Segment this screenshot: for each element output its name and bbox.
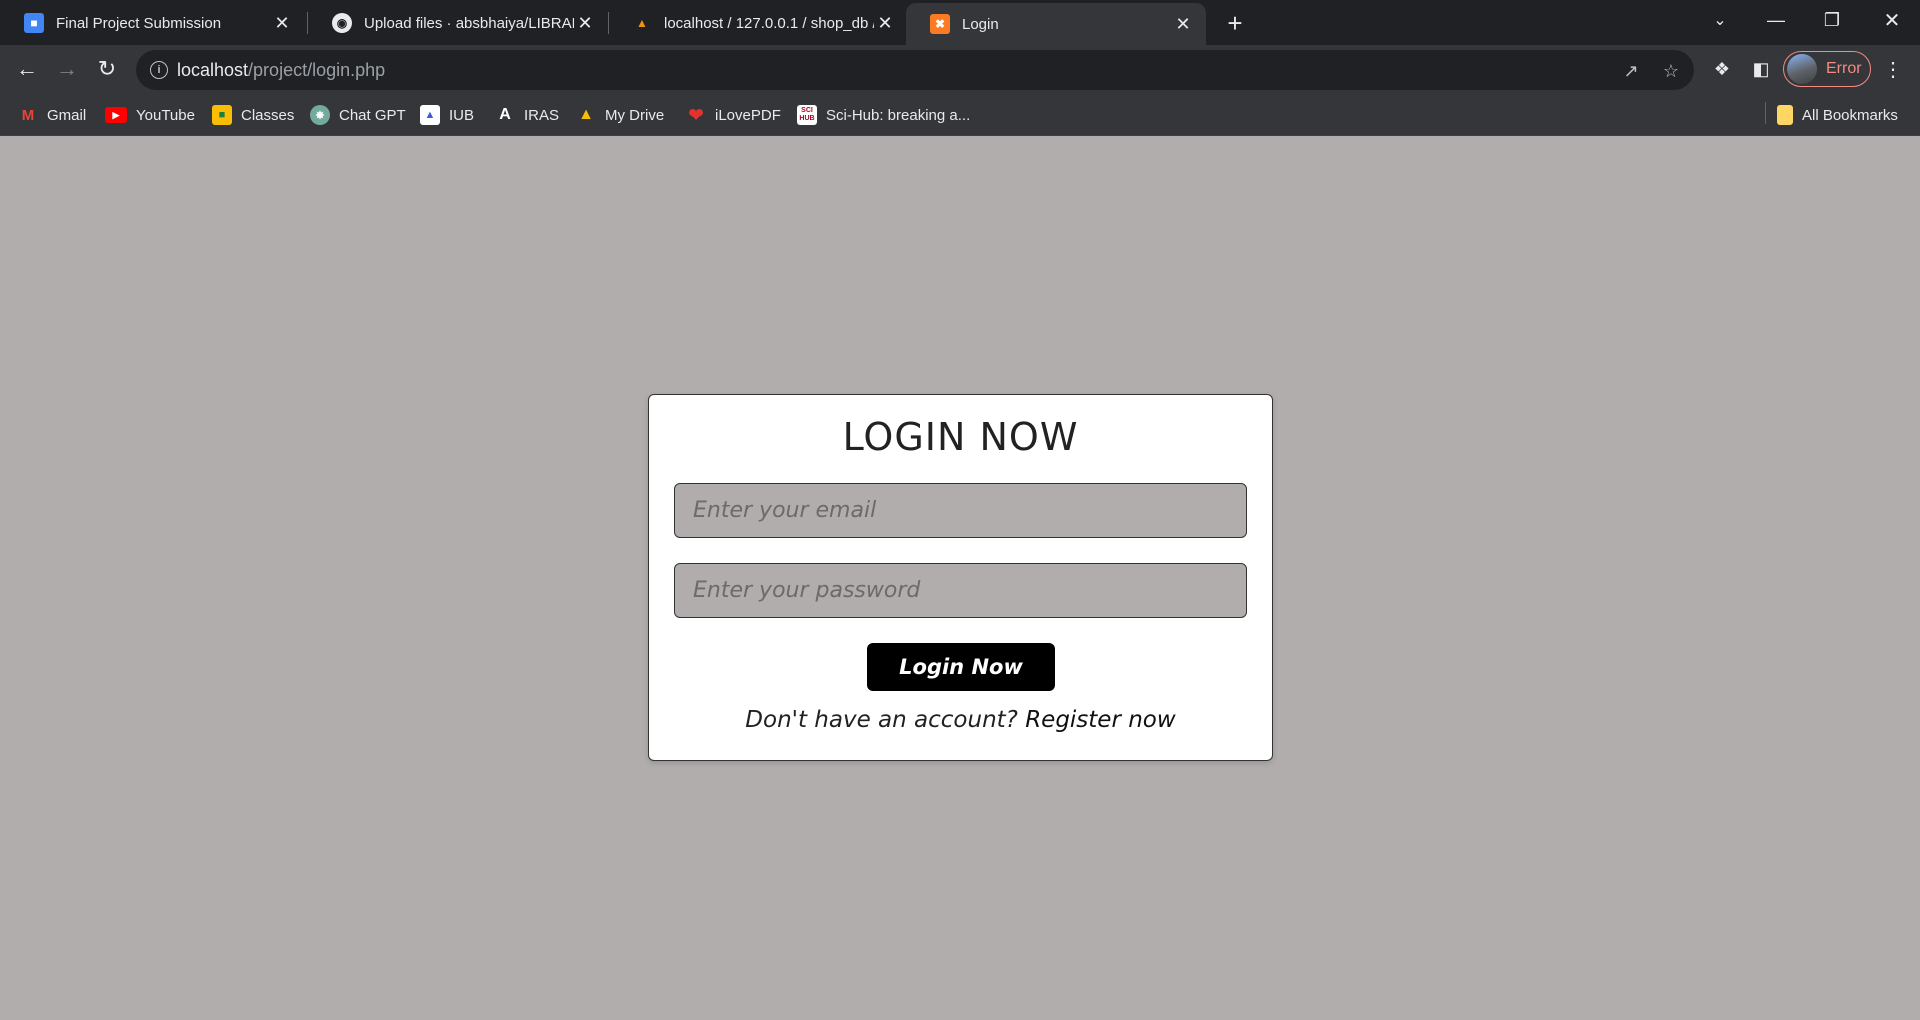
folder-icon	[1777, 105, 1793, 125]
tab-title: localhost / 127.0.0.1 / shop_db /	[664, 14, 874, 32]
forward-arrow-icon[interactable]: →	[52, 54, 82, 84]
bookmark-label: Gmail	[47, 106, 87, 124]
bookmark-gmail[interactable]: M Gmail	[18, 102, 86, 128]
close-icon[interactable]: ✕	[574, 12, 596, 34]
iras-icon: A	[499, 106, 511, 123]
url-path: /project/login.php	[248, 60, 386, 80]
all-bookmarks-label: All Bookmarks	[1802, 106, 1898, 124]
tab-strip: ■ Final Project Submission ✕ ◉ Upload fi…	[0, 0, 1920, 45]
scihub-icon: SCI HUB	[797, 105, 817, 125]
bookmark-my-drive[interactable]: ▲ My Drive	[576, 102, 664, 128]
address-bar[interactable]: i localhost/project/login.php ↗ ☆	[136, 50, 1694, 90]
xampp-icon: ✖	[930, 14, 950, 34]
bookmark-label: YouTube	[136, 106, 195, 124]
side-panel-icon[interactable]: ◧	[1748, 56, 1774, 82]
all-bookmarks[interactable]: All Bookmarks	[1777, 102, 1898, 128]
bookmark-label: Sci-Hub: breaking a...	[826, 106, 971, 124]
classroom-icon: ■	[24, 13, 44, 33]
browser-toolbar: ← → ↻ i localhost/project/login.php ↗ ☆ …	[0, 45, 1920, 93]
youtube-icon: ▶	[105, 107, 127, 123]
tab-phpmyadmin[interactable]: ▲ localhost / 127.0.0.1 / shop_db / ✕	[608, 4, 908, 42]
bookmark-scihub[interactable]: SCI HUB Sci-Hub: breaking a...	[797, 102, 970, 128]
tab-final-project[interactable]: ■ Final Project Submission ✕	[0, 4, 305, 42]
phpmyadmin-icon: ▲	[636, 16, 648, 30]
tab-search-chevron-icon[interactable]: ⌄	[1692, 0, 1748, 40]
login-button[interactable]: Login Now	[867, 643, 1055, 691]
bookmark-iras[interactable]: A IRAS	[495, 102, 559, 128]
profile-button[interactable]: Error	[1783, 51, 1871, 87]
reload-icon[interactable]: ↻	[92, 54, 122, 84]
iub-icon: ▲	[420, 105, 440, 125]
more-menu-icon[interactable]: ⋮	[1880, 56, 1906, 82]
register-link[interactable]: Register now	[1025, 707, 1176, 733]
share-icon[interactable]: ↗	[1620, 60, 1642, 82]
email-input[interactable]	[674, 483, 1247, 538]
close-icon[interactable]: ✕	[271, 12, 293, 34]
bookmark-star-icon[interactable]: ☆	[1660, 60, 1682, 82]
bookmark-label: Chat GPT	[339, 106, 406, 124]
google-drive-icon: ▲	[578, 106, 594, 123]
bookmark-youtube[interactable]: ▶ YouTube	[105, 102, 195, 128]
minimize-button[interactable]: —	[1748, 0, 1804, 40]
url-text[interactable]: localhost/project/login.php	[177, 60, 385, 81]
bookmark-label: Classes	[241, 106, 295, 124]
bookmark-ilovepdf[interactable]: ❤ iLovePDF	[686, 102, 781, 128]
tab-github-upload[interactable]: ◉ Upload files · absbhaiya/LIBRARY ✕	[308, 4, 608, 42]
profile-status: Error	[1826, 60, 1862, 77]
tab-title: Upload files · absbhaiya/LIBRARY	[364, 14, 574, 32]
github-icon: ◉	[332, 13, 352, 33]
bookmark-separator	[1765, 102, 1766, 124]
bookmarks-bar: M Gmail ▶ YouTube ■ Classes ✸ Chat GPT ▲…	[0, 93, 1920, 136]
close-icon[interactable]: ✕	[874, 12, 896, 34]
bookmark-classes[interactable]: ■ Classes	[212, 102, 294, 128]
restore-button[interactable]: ❐	[1804, 0, 1860, 40]
register-prompt: Don't have an account?	[745, 707, 1018, 733]
new-tab-button[interactable]: +	[1220, 8, 1250, 38]
bookmark-label: IUB	[449, 106, 475, 124]
back-arrow-icon[interactable]: ←	[12, 54, 42, 84]
bookmark-iub[interactable]: ▲ IUB	[420, 102, 474, 128]
tab-login[interactable]: ✖ Login ✕	[906, 3, 1206, 45]
close-window-button[interactable]: ✕	[1864, 0, 1920, 40]
bookmark-chatgpt[interactable]: ✸ Chat GPT	[310, 102, 406, 128]
tab-title: Login	[962, 15, 999, 33]
form-title: LOGIN NOW	[842, 415, 1079, 459]
register-prompt-line: Don't have an account? Register now	[649, 707, 1272, 733]
classroom-icon: ■	[212, 105, 232, 125]
ilovepdf-icon: ❤	[688, 104, 704, 125]
site-info-icon[interactable]: i	[150, 61, 168, 79]
close-icon[interactable]: ✕	[1172, 13, 1194, 35]
chatgpt-icon: ✸	[310, 105, 330, 125]
extensions-puzzle-icon[interactable]: ❖	[1709, 56, 1735, 82]
login-form: LOGIN NOW Login Now Don't have an accoun…	[648, 394, 1273, 761]
password-input[interactable]	[674, 563, 1247, 618]
url-host: localhost	[177, 60, 249, 80]
gmail-icon: M	[21, 106, 35, 124]
bookmark-label: IRAS	[524, 106, 560, 124]
avatar	[1787, 54, 1817, 84]
bookmark-label: My Drive	[605, 106, 665, 124]
bookmark-label: iLovePDF	[715, 106, 781, 124]
tab-title: Final Project Submission	[56, 14, 222, 32]
